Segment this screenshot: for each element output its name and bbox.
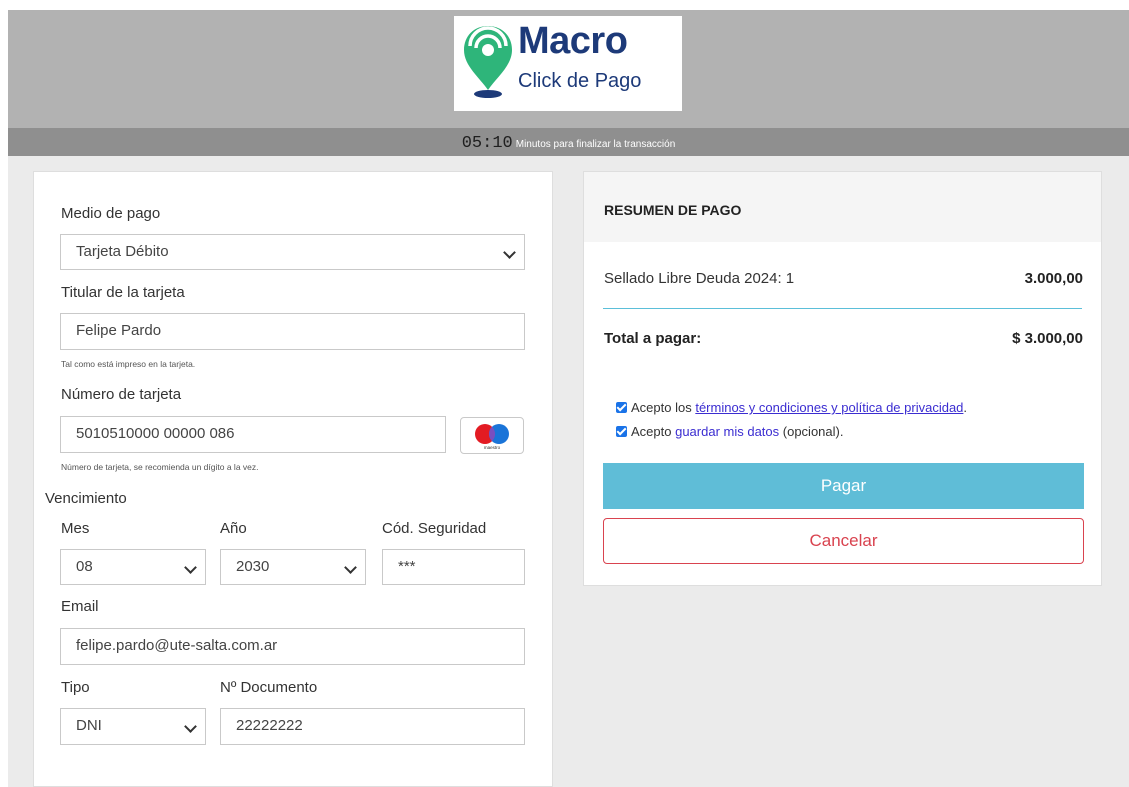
card-number-value: 5010510000 00000 086	[76, 425, 235, 442]
email-value: felipe.pardo@ute-salta.com.ar	[76, 637, 278, 654]
timer-label: Minutos para finalizar la transacción	[515, 139, 676, 150]
chevron-down-icon	[184, 720, 197, 733]
month-value: 08	[76, 558, 93, 575]
payment-method-value: Tarjeta Débito	[76, 243, 169, 260]
payment-method-select[interactable]: Tarjeta Débito	[60, 234, 525, 270]
year-label: Año	[220, 520, 247, 537]
terms-suffix: .	[963, 400, 968, 415]
pay-button[interactable]: Pagar	[603, 463, 1084, 509]
month-select[interactable]: 08	[60, 549, 206, 585]
doc-number-value: 22222222	[236, 717, 303, 734]
holder-input[interactable]: Felipe Pardo	[60, 313, 525, 350]
payment-method-label: Medio de pago	[61, 205, 161, 222]
chevron-down-icon	[344, 561, 357, 574]
macro-logo: Macro Click de Pago	[454, 16, 682, 111]
summary-title: RESUMEN DE PAGO	[604, 202, 742, 218]
expiry-label: Vencimiento	[45, 490, 127, 507]
maestro-card-icon: maestro	[460, 417, 524, 454]
month-label: Mes	[61, 520, 90, 537]
save-data-link[interactable]: guardar mis datos	[675, 424, 779, 439]
email-input[interactable]: felipe.pardo@ute-salta.com.ar	[60, 628, 525, 665]
page-background: Macro Click de Pago 05:10 Minutos para fi…	[8, 10, 1129, 787]
terms-checkbox[interactable]	[616, 402, 627, 413]
location-pin-icon	[464, 26, 512, 98]
total-label: Total a pagar:	[604, 330, 702, 347]
email-label: Email	[61, 598, 99, 615]
cvv-value: ***	[398, 558, 416, 575]
terms-prefix: Acepto los	[631, 400, 696, 415]
doc-type-select[interactable]: DNI	[60, 708, 206, 745]
payment-summary-card: RESUMEN DE PAGO Sellado Libre Deuda 2024…	[583, 171, 1102, 586]
save-data-checkbox[interactable]	[616, 426, 627, 437]
terms-link[interactable]: términos y condiciones y política de pri…	[695, 400, 963, 415]
doc-number-label: Nº Documento	[220, 679, 318, 696]
summary-item-label: Sellado Libre Deuda 2024: 1	[604, 270, 795, 287]
holder-label: Titular de la tarjeta	[61, 284, 185, 301]
holder-value: Felipe Pardo	[76, 322, 162, 339]
cvv-input[interactable]: ***	[382, 549, 525, 585]
card-number-input[interactable]: 5010510000 00000 086	[60, 416, 446, 453]
doc-type-label: Tipo	[61, 679, 90, 696]
doc-type-value: DNI	[76, 717, 102, 734]
header: Macro Click de Pago	[8, 10, 1129, 128]
payment-form-card: Medio de pago Tarjeta Débito Titular de …	[33, 171, 553, 787]
card-number-hint: Número de tarjeta, se recomienda un dígi…	[61, 462, 259, 472]
terms-row: Acepto los términos y condiciones y polí…	[616, 400, 967, 415]
doc-number-input[interactable]: 22222222	[220, 708, 525, 745]
holder-hint: Tal como está impreso en la tarjeta.	[61, 359, 196, 369]
timer-value: 05:10	[461, 134, 513, 153]
save-prefix: Acepto	[631, 424, 676, 439]
card-brand-text: maestro	[484, 445, 501, 450]
chevron-down-icon	[503, 246, 516, 259]
logo-title: Macro	[518, 20, 628, 62]
save-suffix: (opcional).	[779, 424, 844, 439]
total-value: $ 3.000,00	[1012, 330, 1083, 347]
chevron-down-icon	[184, 561, 197, 574]
summary-divider	[603, 308, 1082, 309]
maestro-logo-icon: maestro	[475, 424, 509, 450]
summary-header: RESUMEN DE PAGO	[584, 172, 1101, 242]
logo-subtitle: Click de Pago	[518, 70, 642, 92]
summary-item-amount: 3.000,00	[1024, 270, 1083, 287]
year-value: 2030	[236, 558, 270, 575]
save-data-row: Acepto guardar mis datos (opcional).	[616, 424, 843, 439]
card-number-label: Número de tarjeta	[61, 386, 182, 403]
timer-bar: 05:10 Minutos para finalizar la transacci…	[8, 128, 1129, 156]
year-select[interactable]: 2030	[220, 549, 366, 585]
cvv-label: Cód. Seguridad	[382, 520, 487, 537]
cancel-button[interactable]: Cancelar	[603, 518, 1084, 564]
